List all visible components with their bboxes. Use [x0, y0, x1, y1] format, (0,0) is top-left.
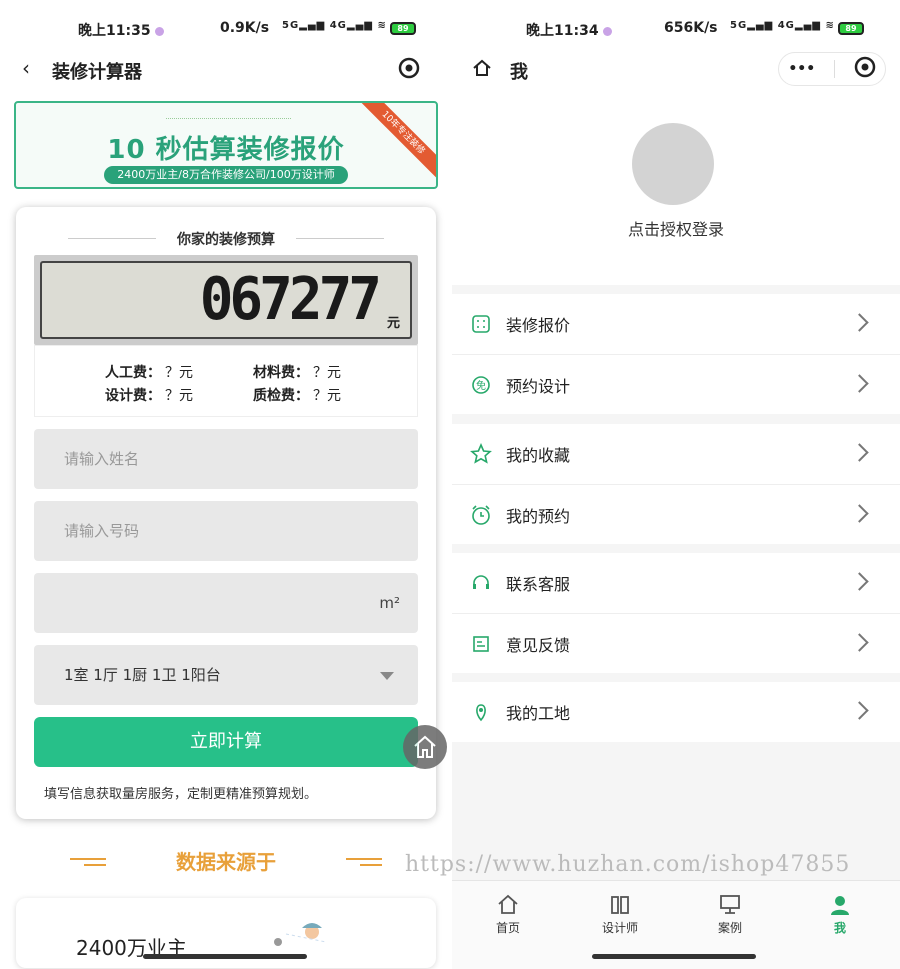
status-time: 晚上11:34: [526, 20, 612, 40]
layout-select[interactable]: 1室 1厅 1厨 1卫 1阳台: [34, 645, 418, 705]
status-time: 晚上11:35: [78, 20, 164, 40]
network-speed: 656K/s: [664, 20, 718, 36]
menu-label: 我的收藏: [506, 446, 571, 465]
inspection-fee: 质检费： ？元: [253, 388, 341, 404]
location-pin-icon: [470, 701, 492, 723]
menu-group-2: 我的收藏 我的预约: [452, 424, 900, 544]
free-icon: 免: [470, 374, 492, 396]
page-title: 装修计算器: [52, 62, 142, 83]
signal-icon: 5G▂▄▆ 4G▂▄▆ ≋: [730, 20, 835, 31]
signal-icon: 5G▂▄▆ 4G▂▄▆ ≋: [282, 20, 387, 31]
design-fee: 设计费： ？元: [105, 388, 193, 404]
home-float-button[interactable]: [403, 725, 447, 769]
menu-label: 预约设计: [506, 376, 571, 396]
calculator-screen: 晚上11:35 0.9K/s 5G▂▄▆ 4G▂▄▆ ≋ 89 ‹ 装修计算器 …: [0, 0, 452, 969]
chevron-right-icon: [850, 701, 869, 720]
card-note: 填写信息获取量房服务，定制更精准预算规划。: [44, 787, 318, 802]
menu-item-favorites[interactable]: 我的收藏: [452, 424, 900, 484]
material-fee: 材料费： ？元: [253, 365, 341, 381]
capsule-menu: •••: [778, 52, 886, 86]
status-bar: 晚上11:35 0.9K/s 5G▂▄▆ 4G▂▄▆ ≋ 89: [0, 0, 452, 58]
menu-label: 我的预约: [506, 506, 571, 526]
tab-designer[interactable]: 设计师: [590, 893, 650, 936]
menu-item-site[interactable]: 我的工地: [452, 682, 900, 742]
area-input[interactable]: m²: [34, 573, 418, 633]
promo-banner: 10 秒估算装修报价 2400万业主/8万合作装修公司/100万设计师 10年专…: [14, 101, 438, 189]
avatar[interactable]: [632, 123, 714, 205]
home-icon: [414, 735, 436, 758]
lcd-display: 067277 元: [34, 255, 418, 345]
menu-group-3: 联系客服 意见反馈: [452, 553, 900, 673]
card-title: 你家的装修预算: [177, 232, 275, 248]
tab-cases[interactable]: 案例: [700, 893, 760, 936]
login-link[interactable]: 点击授权登录: [452, 216, 900, 240]
phone-input[interactable]: 请输入号码: [34, 501, 418, 561]
budget-unit: 元: [386, 316, 400, 331]
area-unit: m²: [379, 594, 400, 612]
battery-icon: 89: [390, 22, 416, 35]
home-icon[interactable]: [472, 58, 492, 82]
star-icon: [470, 443, 492, 465]
status-bar: 晚上11:34 656K/s 5G▂▄▆ 4G▂▄▆ ≋ 89: [452, 0, 900, 58]
banner-headline: 10 秒估算装修报价: [107, 135, 345, 165]
nav-bar: ‹ 装修计算器: [0, 52, 452, 88]
page-title: 我: [510, 62, 528, 83]
menu-item-service[interactable]: 联系客服: [452, 553, 900, 613]
labor-fee: 人工费： ？元: [105, 365, 193, 381]
tab-me[interactable]: 我: [810, 893, 870, 936]
home-indicator: [143, 954, 307, 959]
chevron-right-icon: [850, 572, 869, 591]
network-speed: 0.9K/s: [220, 20, 270, 36]
feedback-icon: [470, 633, 492, 655]
menu-group-1: 装修报价 免 预约设计: [452, 294, 900, 414]
menu-group-4: 我的工地: [452, 682, 900, 742]
menu-label: 我的工地: [506, 704, 571, 723]
menu-label: 联系客服: [506, 575, 571, 594]
tab-home[interactable]: 首页: [478, 893, 538, 936]
menu-item-design[interactable]: 免 预约设计: [452, 354, 900, 414]
chevron-right-icon: [850, 374, 869, 393]
case-icon: [720, 895, 740, 914]
battery-icon: 89: [838, 22, 864, 35]
designer-icon: [611, 896, 629, 914]
alarm-clock-icon: [470, 504, 492, 526]
close-miniprogram-icon[interactable]: [398, 57, 420, 83]
profile-screen: 晚上11:34 656K/s 5G▂▄▆ 4G▂▄▆ ≋ 89 我 ••• 点击…: [452, 0, 900, 969]
name-input[interactable]: 请输入姓名: [34, 429, 418, 489]
watermark: https://www.huzhan.com/ishop47855: [405, 852, 851, 877]
home-icon: [498, 894, 518, 914]
chevron-right-icon: [850, 443, 869, 462]
back-icon[interactable]: ‹: [22, 56, 30, 80]
calculator-icon: [470, 313, 492, 335]
fee-breakdown: 人工费： ？元 材料费： ？元 设计费： ？元 质检费： ？元: [34, 345, 418, 417]
calculate-button[interactable]: 立即计算: [34, 717, 418, 767]
close-miniprogram-icon[interactable]: [854, 56, 876, 83]
chevron-down-icon: [380, 672, 394, 680]
menu-item-quote[interactable]: 装修报价: [452, 294, 900, 354]
home-indicator: [592, 954, 756, 959]
budget-card: 你家的装修预算 067277 元 人工费： ？元 材料费： ？元 设计费： ？元 质检…: [16, 207, 436, 819]
svg-text:免: 免: [476, 379, 486, 392]
menu-item-feedback[interactable]: 意见反馈: [452, 613, 900, 673]
more-icon[interactable]: •••: [788, 61, 815, 77]
chevron-right-icon: [850, 313, 869, 332]
chevron-right-icon: [850, 633, 869, 652]
menu-item-appointments[interactable]: 我的预约: [452, 484, 900, 544]
source-title: 数据来源于: [176, 850, 276, 874]
person-icon: [831, 896, 849, 915]
banner-subtitle: 2400万业主/8万合作装修公司/100万设计师: [104, 166, 348, 184]
menu-label: 装修报价: [506, 316, 571, 335]
menu-label: 意见反馈: [506, 635, 571, 655]
headset-icon: [470, 572, 492, 594]
budget-value: 067277: [199, 265, 382, 334]
layout-value: 1室 1厅 1厨 1卫 1阳台: [64, 666, 221, 684]
chevron-right-icon: [850, 504, 869, 523]
